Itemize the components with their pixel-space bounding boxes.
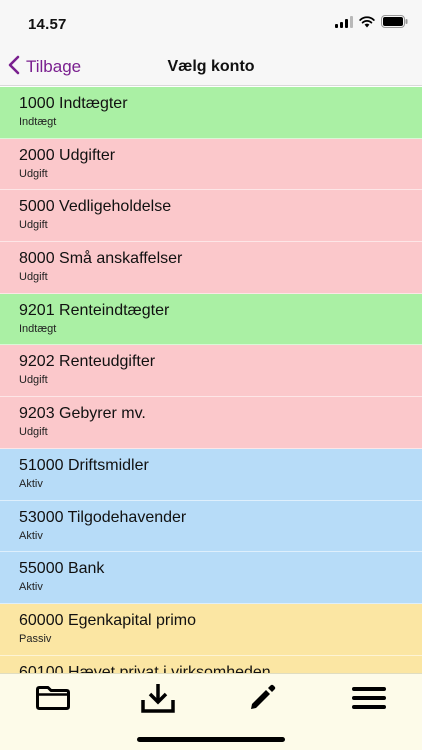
account-row-53000[interactable]: 53000 Tilgodehavender Aktiv	[0, 500, 422, 553]
account-type: Udgift	[19, 426, 48, 439]
pencil-icon	[247, 683, 277, 718]
download-icon	[140, 682, 176, 719]
account-title: 1000 Indtægter	[19, 95, 128, 112]
account-row-9202[interactable]: 9202 Renteudgifter Udgift	[0, 345, 422, 398]
signal-icon	[335, 15, 353, 33]
status-bar: 14.57	[0, 0, 422, 48]
account-type: Aktiv	[19, 581, 43, 594]
battery-icon	[381, 15, 408, 33]
account-row-51000[interactable]: 51000 Driftsmidler Aktiv	[0, 448, 422, 501]
account-title: 5000 Vedligeholdelse	[19, 198, 172, 216]
account-type: Indtægt	[19, 116, 57, 128]
account-title: 53000 Tilgodehavender	[19, 508, 187, 526]
account-row-2000[interactable]: 2000 Udgifter Udgift	[0, 138, 422, 191]
account-title: 55000 Bank	[19, 560, 105, 578]
account-list[interactable]: 1000 Indtægter Indtægt 2000 Udgifter Udg…	[0, 87, 422, 673]
account-type: Aktiv	[19, 477, 43, 490]
folder-tab-button[interactable]	[33, 684, 73, 716]
account-title: 9201 Renteindtægter	[19, 301, 170, 319]
download-tab-button[interactable]	[138, 682, 178, 719]
account-title: 8000 Små anskaffelser	[19, 250, 183, 268]
account-type: Udgift	[19, 374, 48, 387]
account-type: Udgift	[19, 219, 48, 232]
account-type: Aktiv	[19, 529, 43, 542]
account-row-60000[interactable]: 60000 Egenkapital primo Passiv	[0, 603, 422, 656]
account-title: 51000 Driftsmidler	[19, 456, 149, 474]
account-row-8000[interactable]: 8000 Små anskaffelser Udgift	[0, 242, 422, 294]
status-time: 14.57	[28, 16, 67, 33]
account-title: 9203 Gebyrer mv.	[19, 405, 146, 423]
edit-tab-button[interactable]	[242, 684, 282, 716]
account-row-60100[interactable]: 60100 Hævet privat i virksomheden Passiv	[0, 655, 422, 673]
account-title: 60000 Egenkapital primo	[19, 611, 197, 629]
folder-icon	[35, 685, 71, 716]
menu-icon	[351, 685, 387, 716]
home-indicator	[137, 737, 285, 742]
page-title: Vælg konto	[167, 58, 255, 75]
account-row-5000[interactable]: 5000 Vedligeholdelse Udgift	[0, 190, 422, 243]
account-type: Udgift	[19, 271, 48, 284]
account-title: 2000 Udgifter	[19, 146, 116, 164]
status-icons	[335, 15, 408, 33]
account-row-9203[interactable]: 9203 Gebyrer mv. Udgift	[0, 397, 422, 449]
account-row-55000[interactable]: 55000 Bank Aktiv	[0, 552, 422, 604]
account-type: Udgift	[19, 167, 48, 180]
account-title: 60100 Hævet privat i virksomheden	[19, 663, 271, 673]
menu-tab-button[interactable]	[349, 684, 389, 716]
navigation-bar: Tilbage Vælg konto	[0, 48, 422, 86]
account-type: Passiv	[19, 632, 52, 645]
account-type: Indtægt	[19, 322, 57, 335]
account-row-9201[interactable]: 9201 Renteindtægter Indtægt	[0, 293, 422, 346]
account-row-1000[interactable]: 1000 Indtægter Indtægt	[0, 87, 422, 139]
account-title: 9202 Renteudgifter	[19, 353, 156, 371]
wifi-icon	[359, 15, 375, 33]
